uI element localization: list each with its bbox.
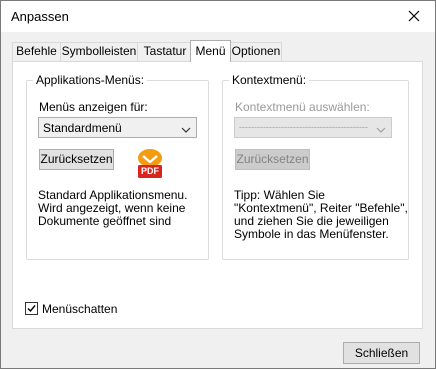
- chevron-down-icon: [376, 123, 386, 137]
- app-menu-description-line: Dokumente geöffnet sind: [38, 214, 172, 228]
- pdf-icon-label: PDF: [141, 166, 159, 176]
- menu-shadow-checkbox[interactable]: [25, 302, 38, 315]
- menu-shadow-option[interactable]: Menüschatten: [25, 301, 145, 317]
- chevron-down-icon: [181, 123, 191, 137]
- context-menu-tip-line: Symbole in das Menüfenster.: [234, 227, 389, 241]
- title-bar: Anpassen: [1, 1, 435, 32]
- tab-menu[interactable]: Menü: [190, 40, 231, 62]
- close-icon[interactable]: [403, 5, 425, 27]
- context-menu-select-value: ----------------------------------------…: [239, 122, 368, 132]
- close-button[interactable]: Schließen: [343, 342, 420, 364]
- context-menu-tip: Tipp: Wählen Sie "Kontextmenü", Reiter "…: [234, 189, 408, 241]
- app-menu-description: Standard Applikationsmenu. Wird angezeig…: [38, 189, 187, 228]
- menu-shadow-label: Menüschatten: [42, 302, 118, 316]
- checkmark-icon: [27, 305, 36, 313]
- tab-tastatur[interactable]: Tastatur: [137, 42, 193, 61]
- app-menu-select[interactable]: Standardmenü: [38, 117, 197, 138]
- context-menu-reset-button[interactable]: Zurücksetzen: [235, 149, 310, 170]
- customize-dialog: Anpassen Befehle Symbolleisten Tastatur …: [0, 0, 436, 369]
- tab-optionen[interactable]: Optionen: [230, 42, 282, 61]
- context-menu-select[interactable]: ----------------------------------------…: [234, 117, 392, 138]
- app-menus-group-label: Applikations-Menüs:: [33, 73, 148, 87]
- window-title: Anpassen: [11, 9, 69, 24]
- context-menu-group-label: Kontextmenü:: [229, 73, 310, 87]
- pdf-icon: PDF: [135, 148, 165, 180]
- show-menus-for-label: Menüs anzeigen für:: [39, 100, 148, 114]
- context-menu-group: Kontextmenü: Kontextmenü auswählen: ----…: [222, 73, 409, 260]
- app-menu-reset-button[interactable]: Zurücksetzen: [39, 149, 114, 170]
- app-menu-select-value: Standardmenü: [43, 121, 122, 135]
- context-menu-select-label: Kontextmenü auswählen:: [235, 100, 370, 114]
- tab-panel-menu: Applikations-Menüs: Menüs anzeigen für: …: [12, 61, 423, 329]
- tab-befehle[interactable]: Befehle: [12, 42, 61, 61]
- tab-symbolleisten[interactable]: Symbolleisten: [60, 42, 138, 61]
- app-menus-group: Applikations-Menüs: Menüs anzeigen für: …: [26, 73, 209, 260]
